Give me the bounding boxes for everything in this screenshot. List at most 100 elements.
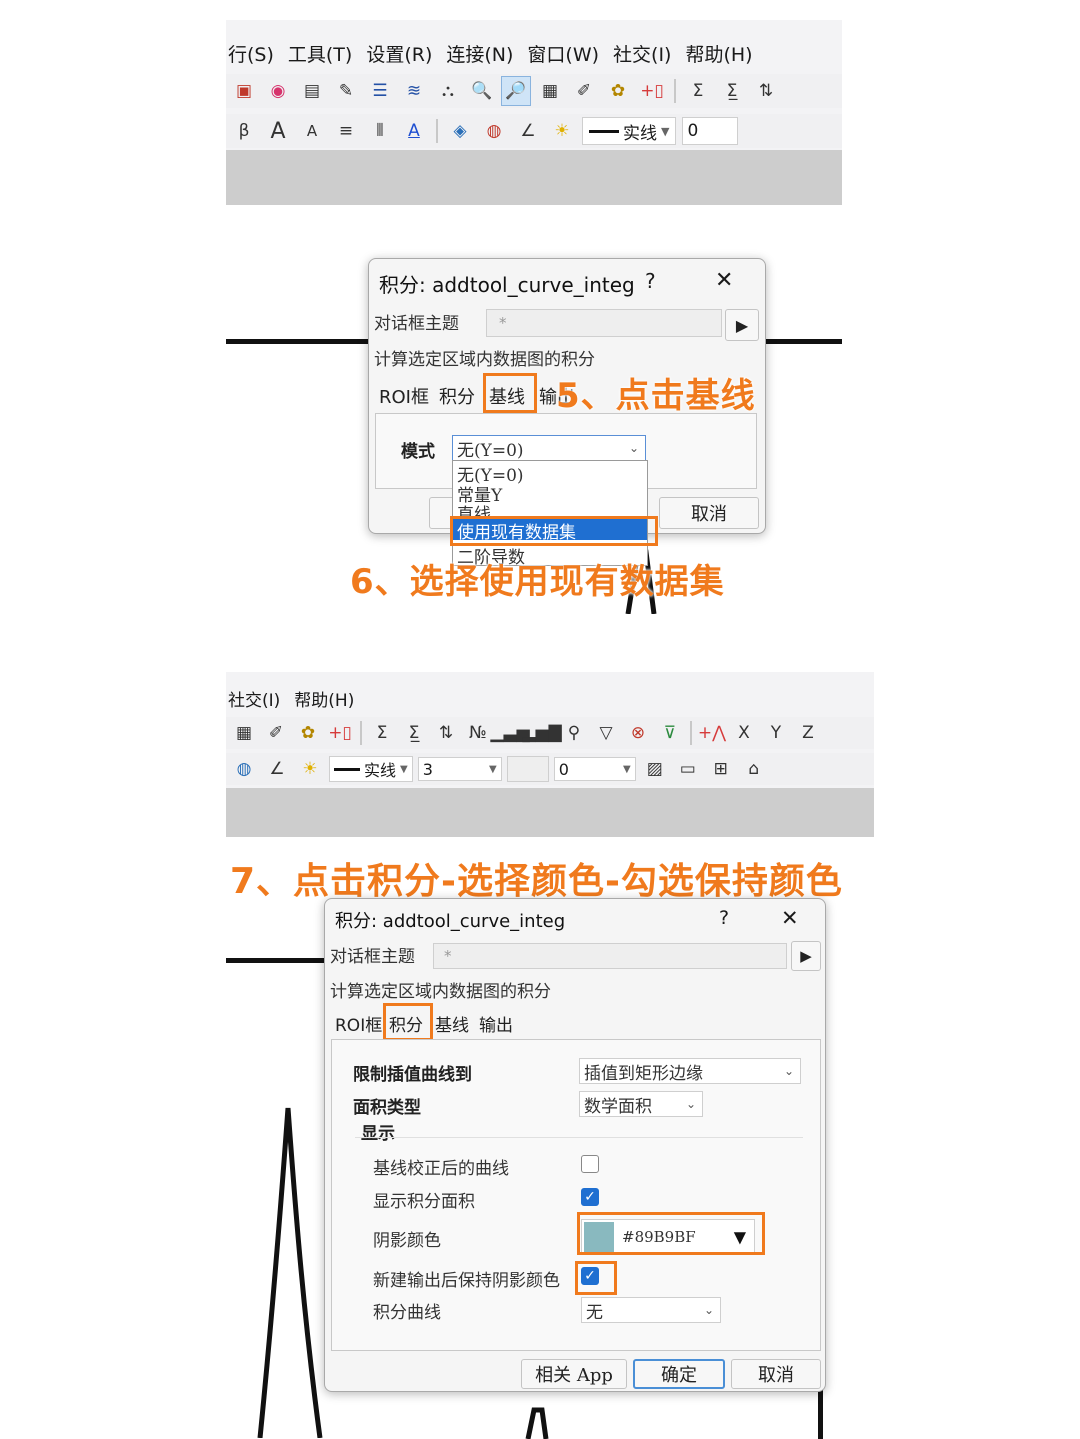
data-reader-icon[interactable]: ⌂	[740, 755, 768, 783]
menu-item-help[interactable]: 帮助(H)	[294, 686, 354, 711]
area-type-select[interactable]: 数学面积 ⌄	[579, 1091, 703, 1117]
tab-roi[interactable]: ROI框	[335, 1011, 382, 1036]
hierarchy-icon[interactable]: ⛬	[434, 77, 462, 105]
spacing-icon[interactable]: ⫴	[366, 117, 394, 145]
add-column-icon[interactable]: +▯	[638, 77, 666, 105]
font-color-icon[interactable]: A	[400, 117, 428, 145]
baseline-curve-checkbox[interactable]	[581, 1155, 599, 1173]
theme-arrow-button[interactable]: ▶	[791, 941, 821, 971]
tab-baseline[interactable]: 基线	[435, 1011, 469, 1036]
tab-output[interactable]: 输出	[479, 1011, 513, 1036]
line-width-input[interactable]: 0	[682, 117, 739, 145]
palette-icon[interactable]: ◍	[230, 755, 258, 783]
related-app-button[interactable]: 相关 App	[521, 1359, 627, 1389]
shade-color-label: 阴影颜色	[373, 1231, 441, 1251]
film-icon[interactable]: ▤	[298, 77, 326, 105]
toolbar-separator	[436, 119, 438, 143]
statistics-icon[interactable]: Σ̲	[718, 77, 746, 105]
filter-icon[interactable]: ▽	[592, 719, 620, 747]
y-axis-icon[interactable]: Y	[762, 719, 790, 747]
show-area-checkbox[interactable]: ✓	[581, 1188, 599, 1206]
panel-top-toolbar: 行(S) 工具(T) 设置(R) 连接(N) 窗口(W) 社交(I) 帮助(H)…	[226, 20, 842, 205]
font-beta-icon[interactable]: β	[230, 117, 258, 145]
annotation-step6: 6、选择使用现有数据集	[350, 562, 725, 602]
add-column-icon[interactable]: +▯	[326, 719, 354, 747]
presentation-icon[interactable]: ▣	[230, 77, 258, 105]
bar-chart-icon[interactable]: ▁▃▅	[490, 719, 529, 747]
sum-icon[interactable]: Σ	[368, 719, 396, 747]
limit-select[interactable]: 插值到矩形边缘 ⌄	[579, 1058, 801, 1084]
help-icon[interactable]: ?	[719, 907, 729, 929]
row-number-icon[interactable]: №	[464, 719, 492, 747]
lighting-icon[interactable]: ☀	[548, 117, 576, 145]
grid-icon[interactable]: ⊞	[707, 755, 735, 783]
line-color-icon[interactable]: ∠	[263, 755, 291, 783]
cancel-button[interactable]: 取消	[731, 1359, 821, 1389]
menu-item-social[interactable]: 社交(I)	[613, 40, 671, 67]
lighting-icon[interactable]: ☀	[296, 755, 324, 783]
z-axis-icon[interactable]: Z	[794, 719, 822, 747]
zoom-doc-icon[interactable]: 🔍	[468, 77, 496, 105]
close-icon[interactable]: ✕	[781, 906, 799, 930]
line-color-icon[interactable]: ∠	[514, 117, 542, 145]
notes-icon[interactable]: ✎	[332, 77, 360, 105]
border-icon[interactable]: ▭	[674, 755, 702, 783]
ok-button[interactable]: 确定	[633, 1359, 725, 1389]
graph-zoom-icon[interactable]: 🔎	[501, 76, 531, 106]
list-icon[interactable]: ☰	[366, 77, 394, 105]
network-icon[interactable]: ⚲	[560, 719, 588, 747]
column-chart-icon[interactable]: ▂▅▇	[522, 719, 561, 747]
table-icon[interactable]: ▦	[230, 719, 258, 747]
plugin-icon[interactable]: ✿	[294, 719, 322, 747]
x-axis-icon[interactable]: X	[730, 719, 758, 747]
color-index-combo[interactable]: 0 ▼	[553, 757, 636, 781]
theme-input[interactable]: *	[433, 943, 787, 969]
add-axis-icon[interactable]: +⋀	[698, 719, 726, 747]
script-icon[interactable]: ✐	[570, 77, 598, 105]
menu-item-row[interactable]: 行(S)	[228, 40, 274, 67]
fill-swatch[interactable]	[506, 756, 549, 782]
cancel-button[interactable]: 取消	[659, 497, 759, 529]
font-larger-icon[interactable]: A	[264, 117, 292, 145]
script-icon[interactable]: ✐	[262, 719, 290, 747]
filter-options-icon[interactable]: ⊽	[656, 719, 684, 747]
integ-curve-select[interactable]: 无 ⌄	[581, 1297, 721, 1323]
toolbar-format: β A A ≡ ⫴ A ◈ ◍ ∠ ☀ 实线 ▼ 0	[226, 114, 842, 148]
menu-item-tools[interactable]: 工具(T)	[288, 40, 352, 67]
close-icon[interactable]: ✕	[715, 268, 733, 293]
table-icon[interactable]: ▦	[536, 77, 564, 105]
mode-select[interactable]: 无(Y=0) ⌄	[452, 435, 646, 461]
tab-integrate[interactable]: 积分	[439, 383, 475, 409]
pattern-icon[interactable]: ▨	[641, 755, 669, 783]
line-width-combo[interactable]: 3 ▼	[417, 757, 502, 781]
plugin-icon[interactable]: ✿	[604, 77, 632, 105]
line-style-combo[interactable]: 实线 ▼	[582, 117, 677, 145]
sum-icon[interactable]: Σ	[684, 77, 712, 105]
palette-icon[interactable]: ◍	[480, 117, 508, 145]
toolbar-separator	[674, 79, 676, 103]
sort-icon[interactable]: ⇅	[752, 77, 780, 105]
menu-item-connect[interactable]: 连接(N)	[446, 40, 513, 67]
clear-filter-icon[interactable]: ⊗	[624, 719, 652, 747]
plot-line-right	[762, 339, 842, 344]
menu-item-help[interactable]: 帮助(H)	[685, 40, 752, 67]
line-style-combo[interactable]: 实线 ▼	[329, 756, 413, 782]
menu-item-settings[interactable]: 设置(R)	[366, 40, 432, 67]
menu-item-social[interactable]: 社交(I)	[228, 686, 280, 711]
keep-color-label: 新建输出后保持阴影颜色	[373, 1271, 560, 1291]
theme-input[interactable]: *	[486, 309, 722, 337]
sort-icon[interactable]: ⇅	[432, 719, 460, 747]
chevron-down-icon: ▼	[489, 763, 497, 775]
fill-color-icon[interactable]: ◈	[446, 117, 474, 145]
statistics-icon[interactable]: Σ̲	[400, 719, 428, 747]
dropdown-option-line[interactable]: 直线	[457, 500, 491, 516]
line-style-label: 实线	[364, 761, 397, 780]
menu-item-window[interactable]: 窗口(W)	[527, 40, 599, 67]
align-icon[interactable]: ≡	[332, 117, 360, 145]
tab-roi[interactable]: ROI框	[379, 383, 429, 409]
record-icon[interactable]: ◉	[264, 77, 292, 105]
font-smaller-icon[interactable]: A	[298, 117, 326, 145]
layers-icon[interactable]: ≋	[400, 77, 428, 105]
theme-arrow-button[interactable]: ▶	[725, 309, 759, 341]
help-icon[interactable]: ?	[645, 269, 656, 293]
